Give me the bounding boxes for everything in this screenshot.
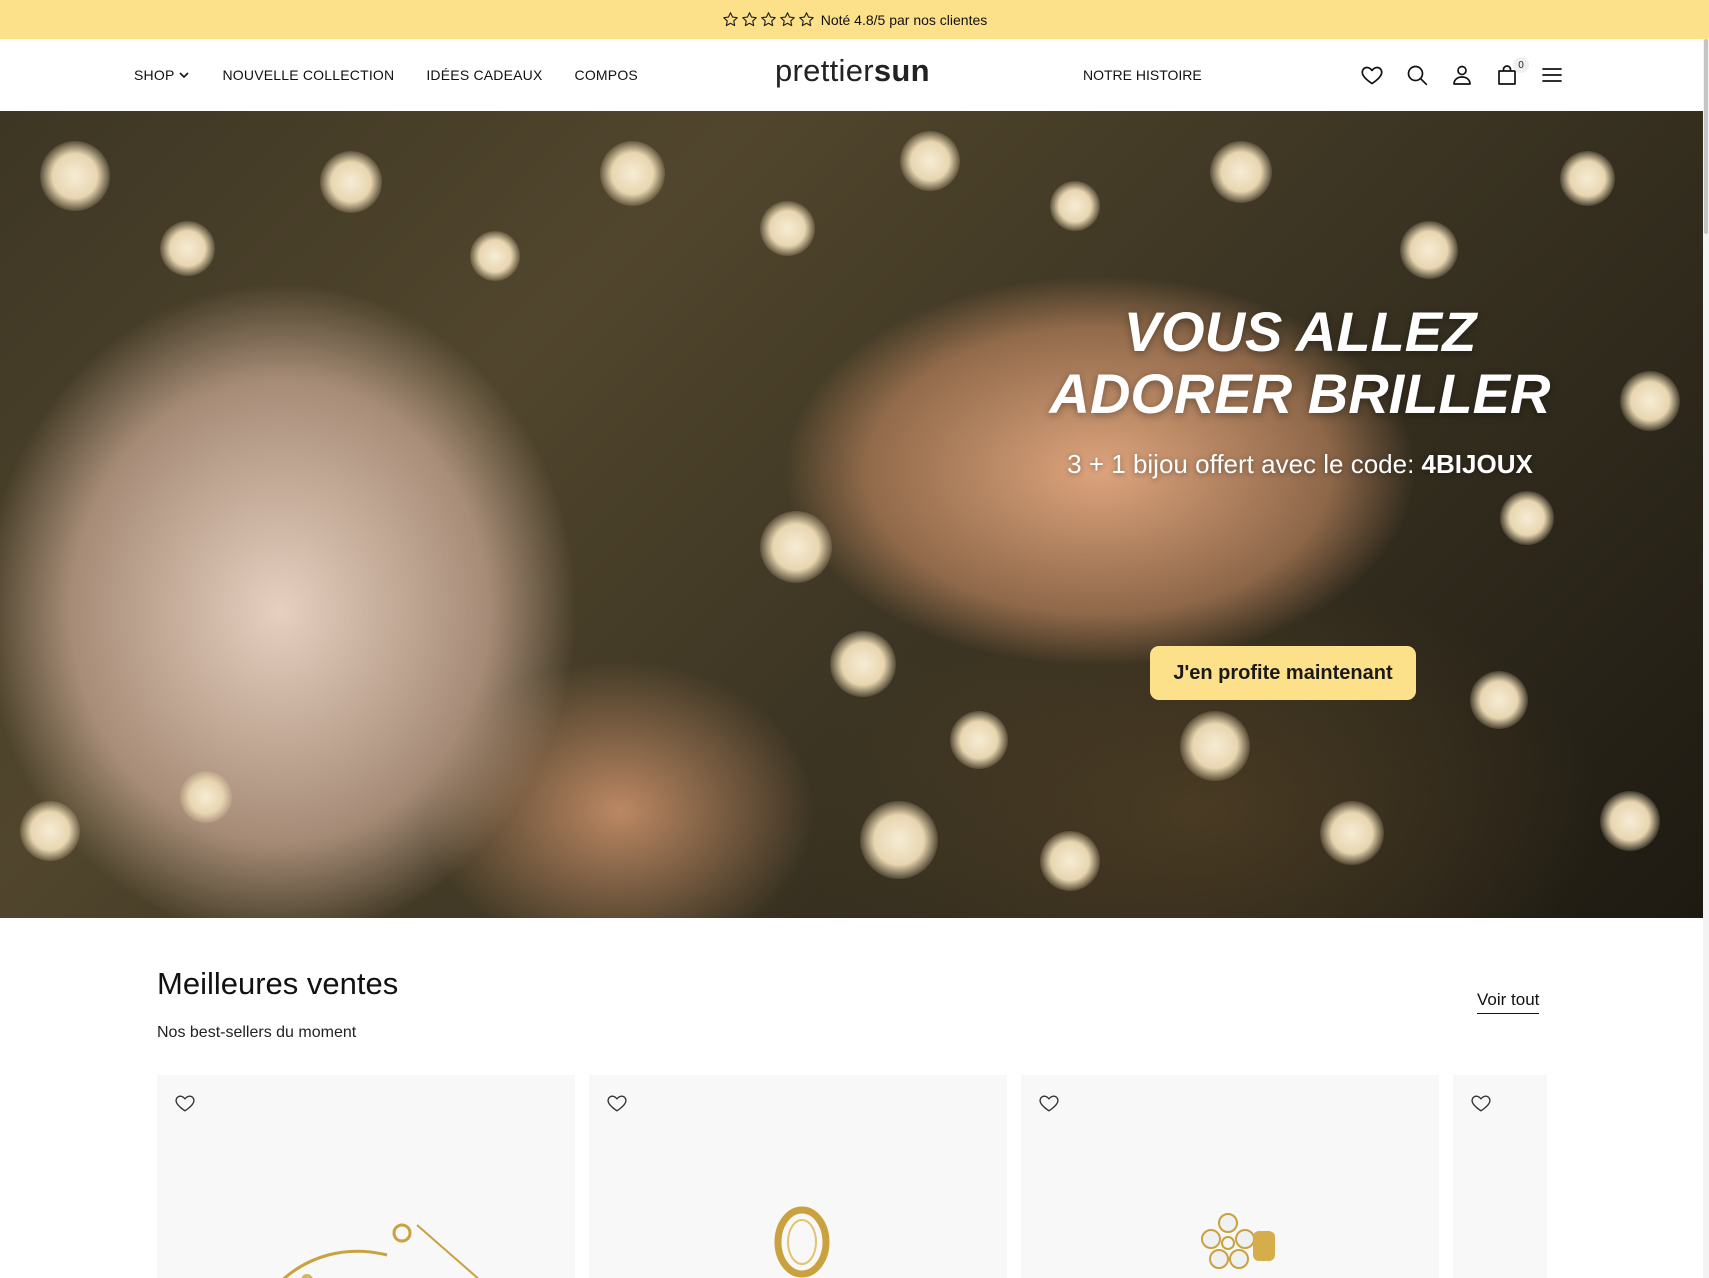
- nav-compos[interactable]: COMPOS: [575, 67, 638, 83]
- cart-button[interactable]: 0: [1495, 57, 1529, 87]
- product-card[interactable]: [589, 1075, 1007, 1278]
- product-card[interactable]: [157, 1075, 575, 1278]
- cart-count-badge: 0: [1513, 57, 1529, 73]
- announcement-bar: Noté 4.8/5 par nos clientes: [0, 0, 1709, 39]
- product-card[interactable]: [1453, 1075, 1547, 1278]
- hero-text: VOUS ALLEZ ADORER BRILLER 3 + 1 bijou of…: [1020, 301, 1580, 480]
- nav-new-collection[interactable]: NOUVELLE COLLECTION: [222, 67, 394, 83]
- main-nav: SHOP NOUVELLE COLLECTION IDÉES CADEAUX C…: [134, 39, 638, 111]
- rating-stars: [722, 11, 815, 28]
- add-to-wishlist-button[interactable]: [606, 1092, 628, 1114]
- product-image: [774, 1206, 830, 1278]
- search-icon: [1407, 65, 1428, 86]
- hero-subtitle: 3 + 1 bijou offert avec le code: 4BIJOUX: [1020, 449, 1580, 480]
- hero-banner: VOUS ALLEZ ADORER BRILLER 3 + 1 bijou of…: [0, 111, 1703, 918]
- account-button[interactable]: [1450, 63, 1474, 87]
- promo-code: 4BIJOUX: [1421, 449, 1533, 479]
- rating-text: Noté 4.8/5 par nos clientes: [820, 11, 988, 28]
- menu-icon: [1542, 68, 1562, 82]
- star-icon: [760, 12, 776, 27]
- header-icons: 0: [1360, 39, 1564, 111]
- menu-button[interactable]: [1540, 63, 1564, 87]
- heart-icon: [175, 1095, 195, 1112]
- hero-cta-button[interactable]: J'en profite maintenant: [1150, 646, 1416, 700]
- site-logo[interactable]: prettiersun: [775, 53, 930, 89]
- hero-image: [0, 111, 1703, 918]
- wishlist-button[interactable]: [1360, 63, 1384, 87]
- logo-light: prettier: [775, 53, 874, 88]
- product-image: [1201, 1213, 1275, 1269]
- see-all-link[interactable]: Voir tout: [1477, 990, 1540, 1014]
- scrollbar-thumb[interactable]: [1704, 39, 1708, 234]
- heart-icon: [607, 1095, 627, 1112]
- heart-icon: [1039, 1095, 1059, 1112]
- product-carousel: [157, 1075, 1547, 1278]
- logo-bold: sun: [873, 53, 930, 88]
- hero-title-line2: ADORER BRILLER: [1049, 362, 1551, 425]
- product-card[interactable]: [1021, 1075, 1439, 1278]
- search-button[interactable]: [1405, 63, 1429, 87]
- star-icon: [779, 12, 795, 27]
- add-to-wishlist-button[interactable]: [1470, 1092, 1492, 1114]
- hero-title: VOUS ALLEZ ADORER BRILLER: [1020, 301, 1580, 425]
- hero-title-line1: VOUS ALLEZ: [1123, 300, 1477, 363]
- user-icon: [1453, 65, 1471, 85]
- heart-icon: [1471, 1095, 1491, 1112]
- nav-shop[interactable]: SHOP: [134, 67, 190, 83]
- star-icon: [741, 12, 757, 27]
- star-icon: [798, 12, 814, 27]
- hero-subtitle-text: 3 + 1 bijou offert avec le code:: [1067, 449, 1422, 479]
- chevron-down-icon: [179, 72, 190, 79]
- star-icon: [722, 12, 738, 27]
- nav-our-story[interactable]: NOTRE HISTOIRE: [1083, 39, 1202, 111]
- page-scrollbar[interactable]: [1703, 39, 1709, 1278]
- nav-gift-ideas[interactable]: IDÉES CADEAUX: [426, 67, 542, 83]
- heart-icon: [1361, 66, 1383, 85]
- product-image: [282, 1223, 480, 1278]
- nav-shop-label: SHOP: [134, 67, 175, 83]
- site-header: SHOP NOUVELLE COLLECTION IDÉES CADEAUX C…: [0, 39, 1709, 112]
- add-to-wishlist-button[interactable]: [1038, 1092, 1060, 1114]
- add-to-wishlist-button[interactable]: [174, 1092, 196, 1114]
- bestsellers-title: Meilleures ventes: [157, 966, 399, 1001]
- bestsellers-subtitle: Nos best-sellers du moment: [157, 1024, 357, 1041]
